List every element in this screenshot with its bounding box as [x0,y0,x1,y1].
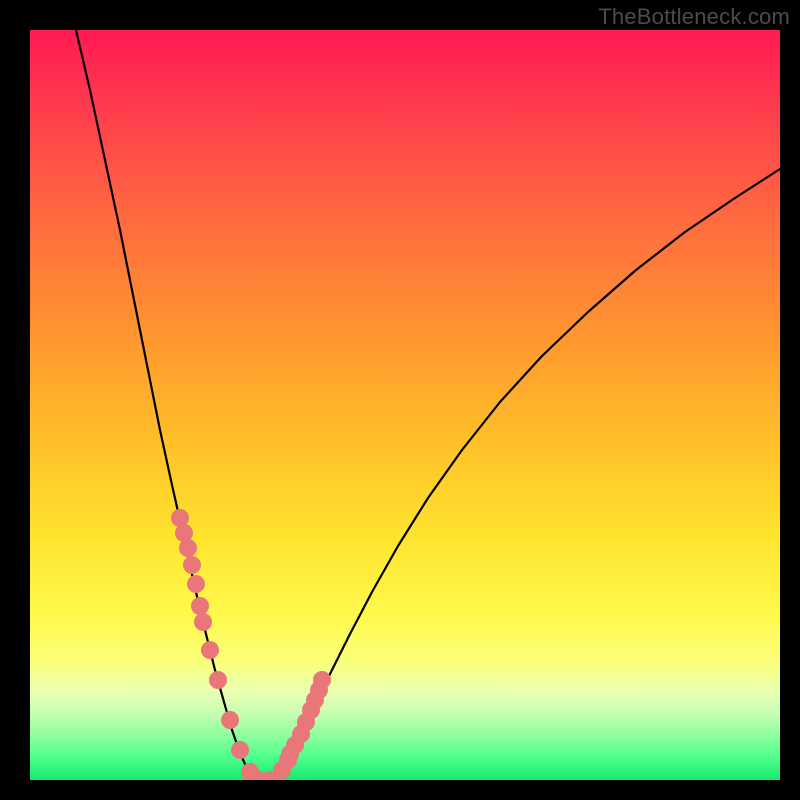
data-marker [286,736,304,754]
data-marker [191,597,209,615]
bottleneck-curve-right [274,169,780,780]
plot-area [30,30,780,780]
chart-frame: TheBottleneck.com [0,0,800,800]
chart-svg [30,30,780,780]
data-marker [194,613,212,631]
data-marker [231,741,249,759]
data-marker [209,671,227,689]
data-marker [183,556,201,574]
data-markers [171,509,331,780]
data-marker [187,575,205,593]
watermark-text: TheBottleneck.com [598,4,790,30]
data-marker [313,671,331,689]
data-marker [201,641,219,659]
data-marker [221,711,239,729]
data-marker [179,539,197,557]
bottleneck-curve-left [76,30,256,780]
